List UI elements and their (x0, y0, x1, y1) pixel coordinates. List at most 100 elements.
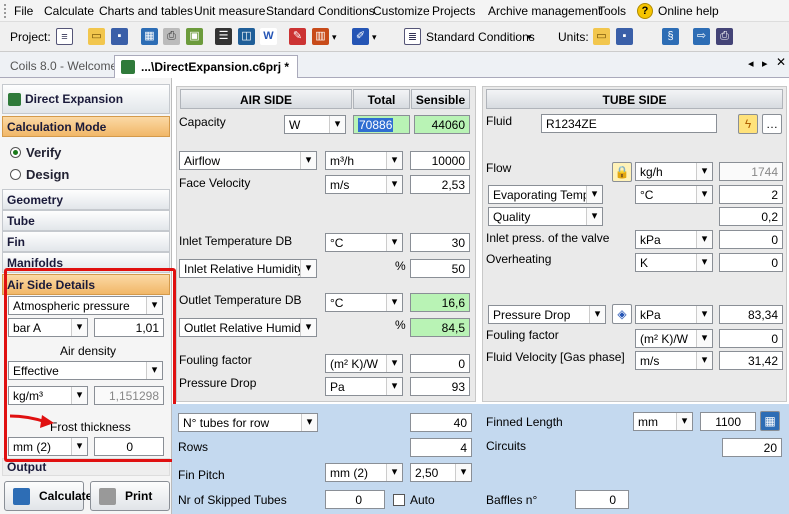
conditions-icon[interactable]: ≣ (404, 28, 421, 45)
radio-dot[interactable] (10, 169, 21, 180)
calculator-icon[interactable]: ▦ (141, 28, 158, 45)
auto-checkbox[interactable] (393, 494, 405, 506)
menu-calculate[interactable]: Calculate (44, 4, 94, 18)
airflow-mode-select[interactable]: Airflow (179, 151, 317, 170)
logo-icon[interactable]: W (260, 28, 277, 45)
diamond-icon[interactable]: ◈ (612, 304, 632, 324)
browse-button[interactable]: … (762, 114, 782, 134)
section-geometry[interactable]: Geometry (2, 189, 170, 210)
circuits-value-field[interactable]: 20 (722, 438, 782, 457)
radio-design[interactable]: Design (10, 167, 69, 182)
inlet-rh-value-field[interactable]: 50 (410, 259, 470, 278)
radio-verify[interactable]: Verify (10, 145, 61, 160)
settings-icon[interactable]: § (662, 28, 679, 45)
capacity-unit-select[interactable]: W (284, 115, 346, 134)
menu-tools[interactable]: Tools (598, 4, 626, 18)
pressure-drop-select[interactable]: Pressure Drop (488, 305, 606, 324)
airflow-unit-select[interactable]: m³/h (325, 151, 403, 170)
tubes-row-value-field[interactable]: 40 (410, 413, 472, 432)
chevron-down-icon[interactable]: ▾ (372, 32, 377, 43)
tab-direct-expansion[interactable]: ...\DirectExpansion.c6prj * (114, 55, 299, 78)
chart-icon[interactable]: ◫ (238, 28, 255, 45)
overheating-value-field[interactable]: 0 (719, 253, 783, 272)
capacity-total-field[interactable]: 70886 (353, 115, 410, 134)
inlet-rh-select[interactable]: Inlet Relative Humidity (179, 259, 317, 278)
lock-icon[interactable]: 🔒 (612, 162, 632, 182)
menu-customize[interactable]: Customize (373, 4, 430, 18)
radio-dot[interactable] (10, 147, 21, 158)
section-tube[interactable]: Tube (2, 210, 170, 231)
chevron-down-icon[interactable]: ▾ (527, 32, 532, 43)
section-fin[interactable]: Fin (2, 231, 170, 252)
new-document-icon[interactable]: ≡ (56, 28, 73, 45)
fouling-value-field[interactable]: 0 (410, 354, 470, 373)
inlet-temp-unit-select[interactable]: °C (325, 233, 403, 252)
print-icon[interactable]: ⎙ (163, 28, 180, 45)
tube-fouling-unit-select[interactable]: (m² K)/W (635, 329, 713, 348)
quality-select[interactable]: Quality (488, 207, 603, 226)
open-folder-icon[interactable]: ▭ (593, 28, 610, 45)
menu-projects[interactable]: Projects (432, 4, 475, 18)
evap-temp-select[interactable]: Evaporating Temp. (488, 185, 603, 204)
calculator-icon[interactable]: ▦ (760, 411, 780, 431)
export-icon[interactable]: ⇨ (693, 28, 710, 45)
menu-archive-management[interactable]: Archive management (488, 4, 601, 18)
printer-settings-icon[interactable]: ⎙ (716, 28, 733, 45)
airflow-value-field[interactable]: 10000 (410, 151, 470, 170)
evap-temp-value-field[interactable]: 2 (719, 185, 783, 204)
menu-standard-conditions[interactable]: Standard Conditions (266, 4, 375, 18)
fouling-unit-select[interactable]: (m² K)/W (325, 354, 403, 373)
inlet-temp-value-field[interactable]: 30 (410, 233, 470, 252)
lightning-icon[interactable]: ϟ (738, 114, 758, 134)
inlet-press-value-field[interactable]: 0 (719, 230, 783, 249)
tab-welcome[interactable]: Coils 8.0 - Welcome! (2, 55, 128, 78)
close-icon[interactable]: ✕ (776, 55, 786, 69)
pressure-drop-unit-select[interactable]: kPa (635, 305, 713, 324)
tab-scroll-left-icon[interactable]: ◂ (748, 57, 754, 70)
chevron-down-icon[interactable]: ▾ (332, 32, 337, 43)
image-icon[interactable]: ▣ (186, 28, 203, 45)
menu-charts-tables[interactable]: Charts and tables (99, 4, 193, 18)
standard-conditions-dropdown[interactable]: Standard Conditions (426, 30, 535, 44)
calculate-button[interactable]: Calculate (4, 481, 92, 511)
menu-file[interactable]: File (14, 4, 33, 18)
fluid-velocity-unit-select[interactable]: m/s (635, 351, 713, 370)
face-velocity-unit-select[interactable]: m/s (325, 175, 403, 194)
print-button[interactable]: Print (90, 481, 170, 511)
bar-chart-icon[interactable]: ▥ (312, 28, 329, 45)
face-velocity-value-field: 2,53 (410, 175, 470, 194)
rows-value-field[interactable]: 4 (410, 438, 472, 457)
evap-temp-unit-select[interactable]: °C (635, 185, 713, 204)
units-label: Units: (558, 30, 589, 44)
fouling-factor-label: Fouling factor (179, 353, 252, 367)
edit-chart-icon[interactable]: ✐ (352, 28, 369, 45)
finned-length-value-field[interactable]: 1100 (700, 412, 756, 431)
menu-online-help[interactable]: Online help (658, 4, 719, 18)
menu-unit-measure[interactable]: Unit measure (194, 4, 265, 18)
pressure-drop-unit-select[interactable]: Pa (325, 377, 403, 396)
help-icon[interactable]: ? (637, 3, 653, 19)
tubes-row-select[interactable]: N° tubes for row (178, 413, 318, 432)
baffles-value-field[interactable]: 0 (575, 490, 629, 509)
outlet-temp-unit-select[interactable]: °C (325, 293, 403, 312)
flow-unit-select[interactable]: kg/h (635, 162, 713, 181)
save-icon[interactable]: ▪ (111, 28, 128, 45)
table-icon[interactable]: ☰ (215, 28, 232, 45)
direct-expansion-header[interactable]: Direct Expansion (2, 84, 170, 114)
section-calculation-mode[interactable]: Calculation Mode (2, 116, 170, 137)
baffles-label: Baffles n° (486, 493, 538, 507)
tab-scroll-right-icon[interactable]: ▸ (762, 57, 768, 70)
tube-fouling-value-field[interactable]: 0 (719, 329, 783, 348)
finned-length-unit-select[interactable]: mm (633, 412, 693, 431)
fin-pitch-value-select[interactable]: 2,50 (410, 463, 472, 482)
overheating-unit-select[interactable]: K (635, 253, 713, 272)
report-icon[interactable]: ✎ (289, 28, 306, 45)
fin-pitch-unit-select[interactable]: mm (2) (325, 463, 403, 482)
save-icon[interactable]: ▪ (616, 28, 633, 45)
inlet-press-unit-select[interactable]: kPa (635, 230, 713, 249)
quality-value-field[interactable]: 0,2 (719, 207, 783, 226)
fluid-field[interactable]: R1234ZE (541, 114, 717, 133)
outlet-rh-select[interactable]: Outlet Relative Humidity (179, 318, 317, 337)
open-folder-icon[interactable]: ▭ (88, 28, 105, 45)
skipped-tubes-field[interactable]: 0 (325, 490, 385, 509)
